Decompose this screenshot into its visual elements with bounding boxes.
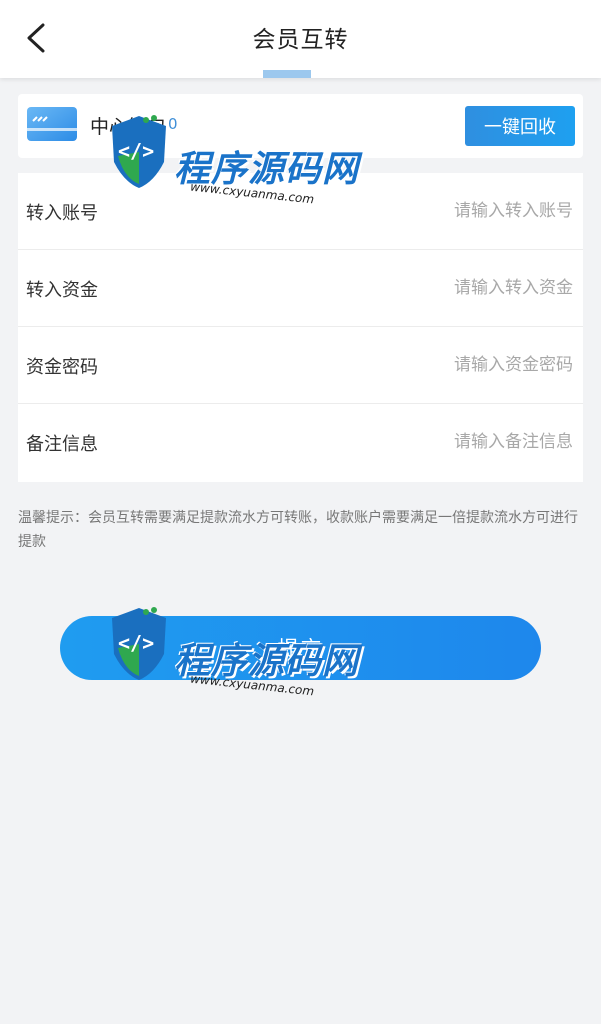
amount-label: 转入资金: [26, 280, 98, 301]
form-row-remark: 备注信息: [18, 404, 583, 481]
fund-password-label: 资金密码: [26, 357, 98, 378]
page: 会员互转 中心钱包 0 一键回收 转入账号 转入资金: [0, 0, 601, 1024]
remark-input[interactable]: [275, 424, 575, 460]
account-label: 转入账号: [26, 203, 98, 224]
warm-tip: 温馨提示：会员互转需要满足提款流水方可转账，收款账户需要满足一倍提款流水方可进行…: [18, 510, 578, 550]
fund-password-input[interactable]: [275, 347, 575, 383]
form-row-password: 资金密码: [18, 327, 583, 404]
form-row-account: 转入账号: [18, 173, 583, 250]
wallet-balance: 0: [168, 115, 178, 133]
wallet-card: 中心钱包 0 一键回收: [18, 94, 583, 158]
page-title: 会员互转: [252, 27, 349, 53]
form-row-amount: 转入资金: [18, 250, 583, 327]
submit-button[interactable]: 提交: [60, 616, 541, 680]
remark-label: 备注信息: [26, 434, 98, 455]
transfer-form: 转入账号 转入资金 资金密码 备注信息: [18, 173, 583, 482]
title-indicator: [263, 70, 311, 78]
amount-input[interactable]: [275, 270, 575, 306]
header-bar: 会员互转: [0, 0, 601, 78]
bank-card-icon: [27, 107, 77, 141]
one-click-recall-button[interactable]: 一键回收: [465, 106, 575, 146]
wallet-name: 中心钱包: [90, 116, 167, 138]
account-input[interactable]: [275, 193, 575, 229]
